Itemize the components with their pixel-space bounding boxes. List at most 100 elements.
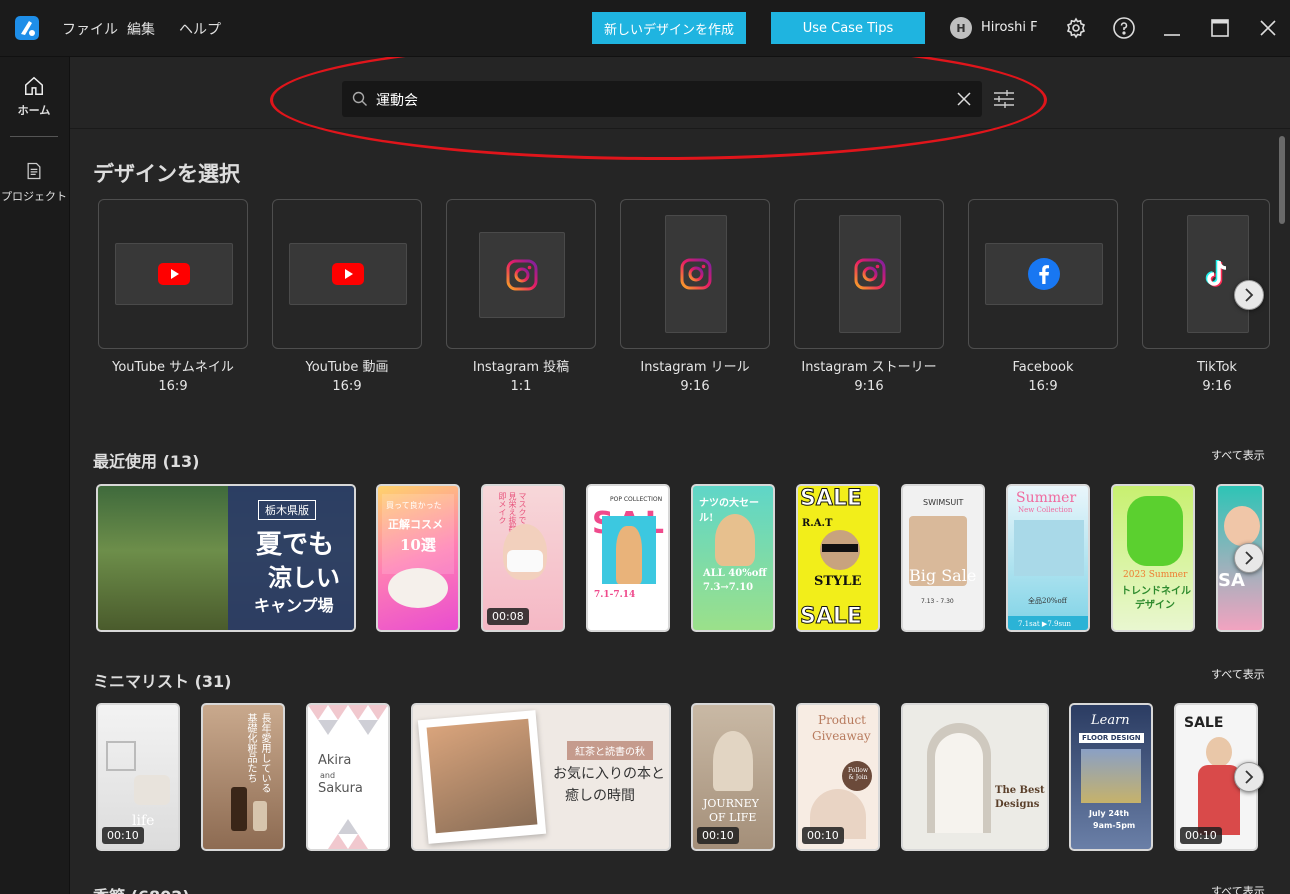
design-next-button[interactable] [1234, 280, 1264, 310]
thumbnail-text: 長年愛用している [259, 713, 270, 793]
thumbnail-text: SALE [800, 486, 863, 512]
recent-template-thumbnail[interactable]: SALE R.A.T STYLE SALE [796, 484, 880, 632]
title-bar: ファイル 編集 ヘルプ 新しいデザインを作成 Use Case Tips H H… [0, 0, 1290, 57]
tiktok-icon [1205, 260, 1227, 287]
vertical-scrollbar[interactable] [1276, 131, 1286, 891]
search-input[interactable]: 運動会 [342, 81, 982, 117]
minimal-section-title: ミニマリスト (31) [93, 672, 232, 691]
create-design-button[interactable]: 新しいデザインを作成 [592, 12, 746, 44]
design-card-instagram-reel[interactable] [620, 199, 770, 349]
recent-template-thumbnail[interactable]: マスクでも 見栄え抜群 即メイク 00:08 [481, 484, 565, 632]
menu-help[interactable]: ヘルプ [179, 19, 221, 39]
minimal-template-thumbnail[interactable]: life 00:10 [96, 703, 180, 851]
design-card-youtube-thumbnail[interactable] [98, 199, 248, 349]
minimal-next-button[interactable] [1234, 762, 1264, 792]
close-icon[interactable] [1256, 16, 1280, 40]
season-see-all-link[interactable]: すべて表示 [1211, 883, 1265, 894]
recent-template-thumbnail[interactable]: POP COLLECTION SALE 7.1-7.14 [586, 484, 670, 632]
thumbnail-text: 夏でも [256, 530, 335, 560]
thumbnail-text: R.A.T [802, 518, 833, 529]
thumbnail-text: 9am-5pm [1093, 821, 1136, 830]
minimal-template-thumbnail[interactable]: Learn FLOOR DESIGN July 24th 9am-5pm [1069, 703, 1153, 851]
app-logo-icon[interactable] [15, 16, 39, 40]
design-label: YouTube サムネイル 16:9 [112, 360, 234, 394]
recent-template-thumbnail[interactable]: 買って良かった 正解コスメ 10選 [376, 484, 460, 632]
design-card-instagram-post[interactable] [446, 199, 596, 349]
thumbnail-text: FLOOR DESIGN [1079, 733, 1144, 743]
duration-badge: 00:10 [1180, 827, 1222, 844]
filter-icon[interactable] [992, 89, 1016, 109]
scrollbar-thumb[interactable] [1279, 136, 1285, 224]
menu-file[interactable]: ファイル [62, 19, 118, 39]
help-icon[interactable] [1112, 16, 1136, 40]
thumbnail-text: SALE [1184, 715, 1224, 731]
maximize-icon[interactable] [1208, 16, 1232, 40]
thumbnail-text: キャンプ場 [254, 596, 334, 615]
design-label: Instagram 投稿 1:1 [472, 360, 570, 394]
main-content: 運動会 デザインを選択 YouTube サムネイル 16:9 YouTube 動… [70, 57, 1290, 894]
minimal-template-thumbnail[interactable]: 紅茶と読書の秋 お気に入りの本と 癒しの時間 [411, 703, 671, 851]
design-card-facebook[interactable] [968, 199, 1118, 349]
thumbnail-text: OF LIFE [709, 811, 757, 824]
thumbnail-text: Akira [318, 753, 352, 768]
thumbnail-text: Summer [1016, 490, 1077, 506]
menu-edit[interactable]: 編集 [127, 19, 155, 39]
thumbnail-text: STYLE [814, 574, 862, 589]
minimal-template-thumbnail[interactable]: Akira and Sakura [306, 703, 390, 851]
sidebar-item-projects[interactable]: プロジェクト [0, 161, 68, 204]
thumbnail-text: 紅茶と読書の秋 [567, 741, 653, 760]
minimize-icon[interactable] [1160, 16, 1184, 40]
recent-see-all-link[interactable]: すべて表示 [1211, 447, 1265, 463]
thumbnail-text: 2023 Summer [1123, 570, 1188, 580]
clear-search-icon[interactable] [956, 91, 972, 107]
use-case-tips-button[interactable]: Use Case Tips [771, 12, 925, 44]
design-label: Instagram リール 9:16 [640, 360, 750, 394]
minimal-template-thumbnail[interactable]: JOURNEY OF LIFE 00:10 [691, 703, 775, 851]
minimal-template-thumbnail[interactable]: Product Giveaway Follow & Join 00:10 [796, 703, 880, 851]
thumbnail-text: Learn [1091, 713, 1130, 728]
recent-template-thumbnail[interactable]: 栃木県版 夏でも 涼しい キャンプ場 [96, 484, 356, 632]
thumbnail-text: 10選 [400, 536, 436, 554]
chevron-right-icon [1245, 288, 1254, 302]
thumbnail-text: 7.1sat ▶7.9sun [1018, 620, 1072, 628]
sidebar-divider [10, 136, 58, 137]
thumbnail-text: お気に入りの本と [553, 766, 665, 782]
thumbnail-text: Product [818, 713, 866, 727]
username[interactable]: Hiroshi F [981, 20, 1038, 35]
thumbnail-text: POP COLLECTION [610, 496, 663, 503]
thumbnail-text: 買って良かった [386, 501, 442, 510]
design-card-instagram-story[interactable] [794, 199, 944, 349]
thumbnail-text: SWIMSUIT [923, 498, 964, 507]
recent-template-thumbnail[interactable]: トレンドネイル デザイン 2023 Summer [1111, 484, 1195, 632]
recent-section-title: 最近使用 (13) [93, 452, 200, 471]
design-card-tiktok[interactable] [1142, 199, 1270, 349]
facebook-icon [1028, 258, 1060, 290]
duration-badge: 00:10 [697, 827, 739, 844]
minimal-template-thumbnail[interactable]: The Best Designs [901, 703, 1049, 851]
recent-template-thumbnail[interactable]: ナツの大セール! ALL 40%off 7.3→7.10 [691, 484, 775, 632]
sidebar-item-home[interactable]: ホーム [0, 75, 68, 118]
sidebar: ホーム プロジェクト [0, 57, 70, 894]
recent-template-thumbnail[interactable]: SWIMSUIT Big Sale 7.13 - 7.30 [901, 484, 985, 632]
thumbnail-text: 基礎化粧品たち [245, 713, 256, 783]
minimal-see-all-link[interactable]: すべて表示 [1211, 666, 1265, 682]
season-section-title: 季節 (6802) [93, 883, 190, 894]
recent-next-button[interactable] [1234, 543, 1264, 573]
triangle-pattern [328, 819, 368, 849]
design-label: Facebook 16:9 [1012, 360, 1074, 394]
sidebar-item-label: ホーム [17, 104, 51, 117]
design-card-youtube-video[interactable] [272, 199, 422, 349]
avatar[interactable]: H [950, 17, 972, 39]
document-icon [27, 162, 41, 180]
minimal-template-thumbnail[interactable]: 長年愛用している 基礎化粧品たち [201, 703, 285, 851]
thumbnail-text: Big Sale [909, 566, 977, 585]
instagram-icon [506, 259, 538, 291]
recent-template-thumbnail[interactable]: Summer New Collection 全品20%off 7.1sat ▶7… [1006, 484, 1090, 632]
thumbnail-text: ALL 40%off [703, 568, 767, 579]
design-label: TikTok 9:16 [1197, 360, 1237, 394]
chevron-right-icon [1245, 551, 1254, 565]
gear-icon[interactable] [1064, 16, 1088, 40]
thumbnail-text: Sakura [318, 781, 363, 796]
thumbnail-text: Follow & Join [847, 767, 869, 781]
thumbnail-text: 癒しの時間 [565, 788, 635, 804]
